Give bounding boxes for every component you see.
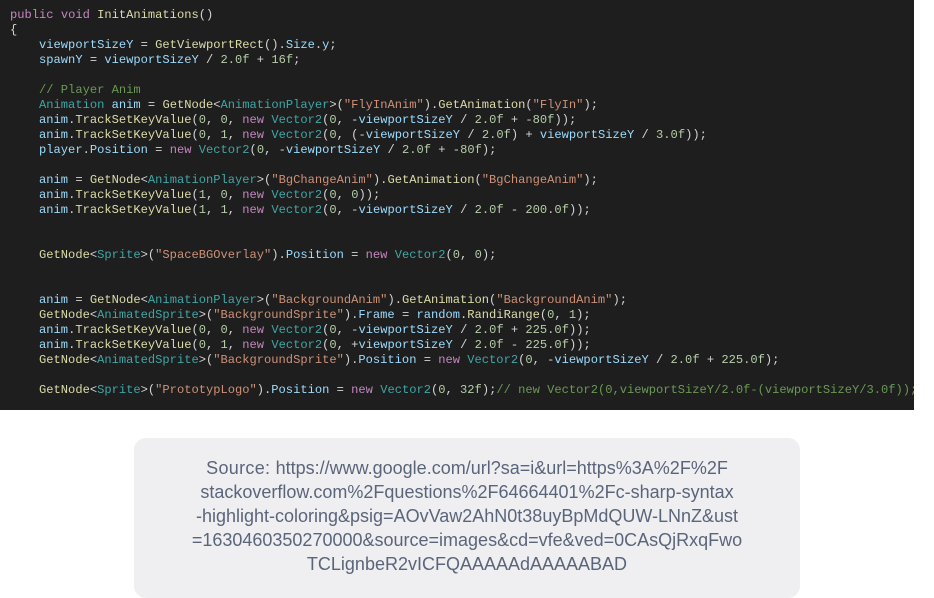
source-url-line-0: https://www.google.com/url?sa=i&url=http… bbox=[276, 458, 728, 478]
source-card: Source: https://www.google.com/url?sa=i&… bbox=[134, 438, 800, 598]
source-url-line-4: TCLignbeR2vICFQAAAAAdAAAAABAD bbox=[307, 554, 627, 574]
source-url-line-2: -highlight-coloring&psig=AOvVaw2AhN0t38u… bbox=[196, 506, 738, 526]
source-url-line-3: =1630460350270000&source=images&cd=vfe&v… bbox=[192, 530, 742, 550]
code-content: public void InitAnimations() { viewportS… bbox=[10, 8, 914, 410]
source-label: Source: bbox=[206, 458, 275, 478]
source-url-line-1: stackoverflow.com%2Fquestions%2F64664401… bbox=[200, 482, 733, 502]
code-editor-region: public void InitAnimations() { viewportS… bbox=[0, 0, 914, 410]
